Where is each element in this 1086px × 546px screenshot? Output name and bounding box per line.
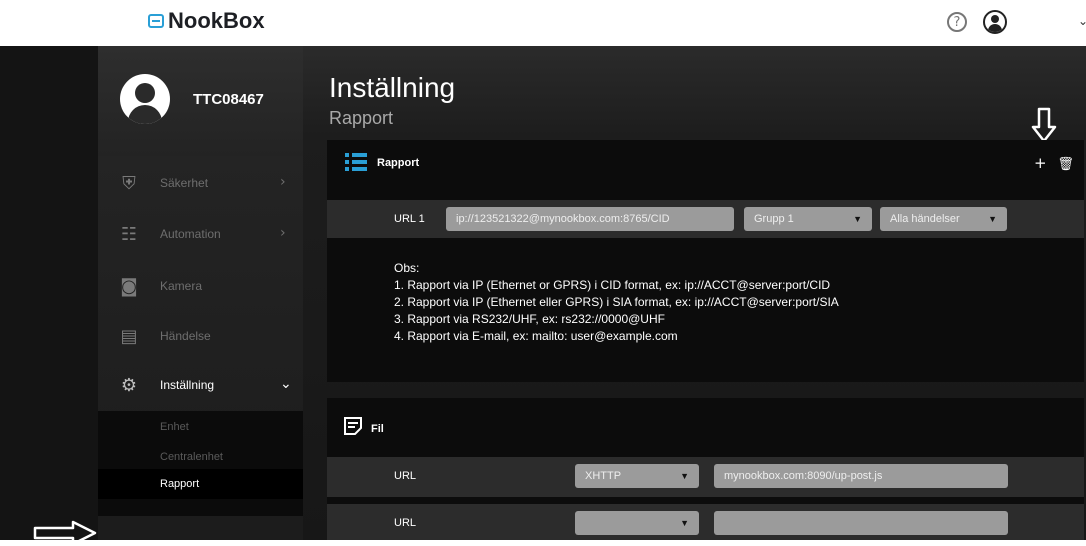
submenu-item-enhet[interactable]: Enhet bbox=[160, 421, 189, 433]
rapport-notes: Obs: 1. Rapport via IP (Ethernet or GPRS… bbox=[394, 260, 839, 345]
page-subtitle: Rapport bbox=[329, 108, 394, 128]
fil-panel: Fil URL XHTTP ▼ mynookbox.com:8090/up-po… bbox=[327, 398, 1084, 540]
sidebar-item-label: Inställning bbox=[160, 378, 215, 392]
content-area: Inställning Rapport Rapport + 🗑 URL 1 ip… bbox=[303, 46, 1086, 540]
rapport-panel-title: Rapport bbox=[377, 157, 420, 169]
notes-heading: Obs: bbox=[394, 261, 420, 275]
profile-name: TTC08467 bbox=[193, 91, 264, 108]
left-margin bbox=[0, 46, 98, 540]
rapport-panel: Rapport + 🗑 URL 1 ip://123521322@mynookb… bbox=[327, 140, 1084, 382]
shield-icon: ⛨ bbox=[122, 173, 136, 194]
url-input[interactable] bbox=[714, 511, 1008, 535]
url-label: URL 1 bbox=[394, 213, 425, 225]
chevron-right-icon: › bbox=[280, 225, 286, 241]
rapport-url-row: URL 1 ip://123521322@mynookbox.com:8765/… bbox=[327, 200, 1084, 238]
url-input[interactable]: mynookbox.com:8090/up-post.js bbox=[714, 464, 1008, 488]
add-icon[interactable]: + bbox=[1034, 154, 1047, 172]
method-select[interactable]: XHTTP ▼ bbox=[575, 464, 699, 488]
events-select[interactable]: Alla händelser ▼ bbox=[880, 207, 1007, 231]
url-label: URL bbox=[394, 470, 417, 482]
sliders-icon: ☷ bbox=[120, 224, 138, 245]
method-select[interactable]: ▼ bbox=[575, 511, 699, 535]
submenu-item-rapport[interactable]: Rapport bbox=[160, 478, 199, 490]
submenu-item-centralenhet[interactable]: Centralenhet bbox=[160, 451, 223, 463]
profile-card: TTC08467 bbox=[98, 46, 303, 156]
pointer-arrow-right-icon bbox=[33, 520, 97, 546]
events-select-value: Alla händelser bbox=[890, 213, 960, 225]
event-log-icon: ▤ bbox=[120, 326, 138, 347]
submenu-selected-highlight bbox=[98, 469, 303, 499]
sidebar: TTC08467 ⛨ Säkerhet › ☷ Automation › ◙ K… bbox=[98, 46, 303, 540]
settings-submenu: Enhet Centralenhet Rapport bbox=[98, 411, 303, 516]
list-icon bbox=[345, 153, 367, 171]
sidebar-item-label: Automation bbox=[160, 227, 221, 241]
sidebar-item-sakerhet[interactable]: ⛨ Säkerhet › bbox=[98, 157, 303, 209]
dropdown-arrow-icon: ▼ bbox=[680, 471, 689, 481]
method-select-value: XHTTP bbox=[585, 470, 622, 482]
sidebar-item-label: Händelse bbox=[160, 329, 211, 343]
fil-panel-header: Fil bbox=[327, 398, 1084, 444]
sidebar-item-label: Säkerhet bbox=[160, 176, 209, 190]
page-title: Inställning bbox=[329, 72, 456, 103]
url-input[interactable]: ip://123521322@mynookbox.com:8765/CID bbox=[446, 207, 734, 231]
sidebar-item-handelse[interactable]: ▤ Händelse bbox=[98, 310, 303, 362]
dropdown-arrow-icon: ▼ bbox=[680, 518, 689, 528]
nookbox-logo-icon bbox=[148, 14, 164, 28]
pointer-arrow-down-icon bbox=[1031, 107, 1057, 143]
note-line: 4. Rapport via E-mail, ex: mailto: user@… bbox=[394, 329, 678, 343]
camera-icon: ◙ bbox=[120, 276, 138, 297]
sidebar-item-kamera[interactable]: ◙ Kamera bbox=[98, 260, 303, 312]
dropdown-arrow-icon: ▼ bbox=[853, 214, 862, 224]
user-account-icon[interactable] bbox=[983, 10, 1007, 34]
fil-panel-title: Fil bbox=[371, 423, 384, 435]
avatar bbox=[120, 74, 170, 124]
group-select-value: Grupp 1 bbox=[754, 213, 794, 225]
chevron-right-icon: › bbox=[280, 174, 286, 190]
panel-tools: + 🗑 bbox=[1034, 154, 1074, 172]
fil-url-row: URL XHTTP ▼ mynookbox.com:8090/up-post.j… bbox=[327, 457, 1084, 497]
brand-name: NookBox bbox=[168, 8, 265, 33]
url-label: URL bbox=[394, 517, 417, 529]
document-icon bbox=[344, 417, 362, 435]
help-icon[interactable]: ? bbox=[947, 12, 967, 32]
sidebar-item-label: Kamera bbox=[160, 279, 203, 293]
trash-icon[interactable]: 🗑 bbox=[1057, 157, 1074, 172]
sidebar-item-automation[interactable]: ☷ Automation › bbox=[98, 208, 303, 260]
rapport-panel-header: Rapport + 🗑 bbox=[327, 140, 1084, 186]
note-line: 1. Rapport via IP (Ethernet or GPRS) i C… bbox=[394, 278, 831, 292]
account-chevron-icon[interactable]: ⌄ bbox=[1078, 14, 1086, 28]
brand-logo[interactable]: NookBox bbox=[148, 8, 265, 34]
note-line: 3. Rapport via RS232/UHF, ex: rs232://00… bbox=[394, 312, 665, 326]
main-area: TTC08467 ⛨ Säkerhet › ☷ Automation › ◙ K… bbox=[0, 46, 1086, 546]
dropdown-arrow-icon: ▼ bbox=[988, 214, 997, 224]
group-select[interactable]: Grupp 1 ▼ bbox=[744, 207, 872, 231]
gear-icon: ⚙ bbox=[120, 375, 138, 396]
fil-url-row: URL ▼ bbox=[327, 504, 1084, 540]
note-line: 2. Rapport via IP (Ethernet eller GPRS) … bbox=[394, 295, 839, 309]
top-bar: NookBox ? ⌄ bbox=[0, 0, 1086, 46]
chevron-down-icon: ⌄ bbox=[280, 376, 292, 392]
sidebar-item-installning[interactable]: ⚙ Inställning ⌄ bbox=[98, 359, 303, 411]
